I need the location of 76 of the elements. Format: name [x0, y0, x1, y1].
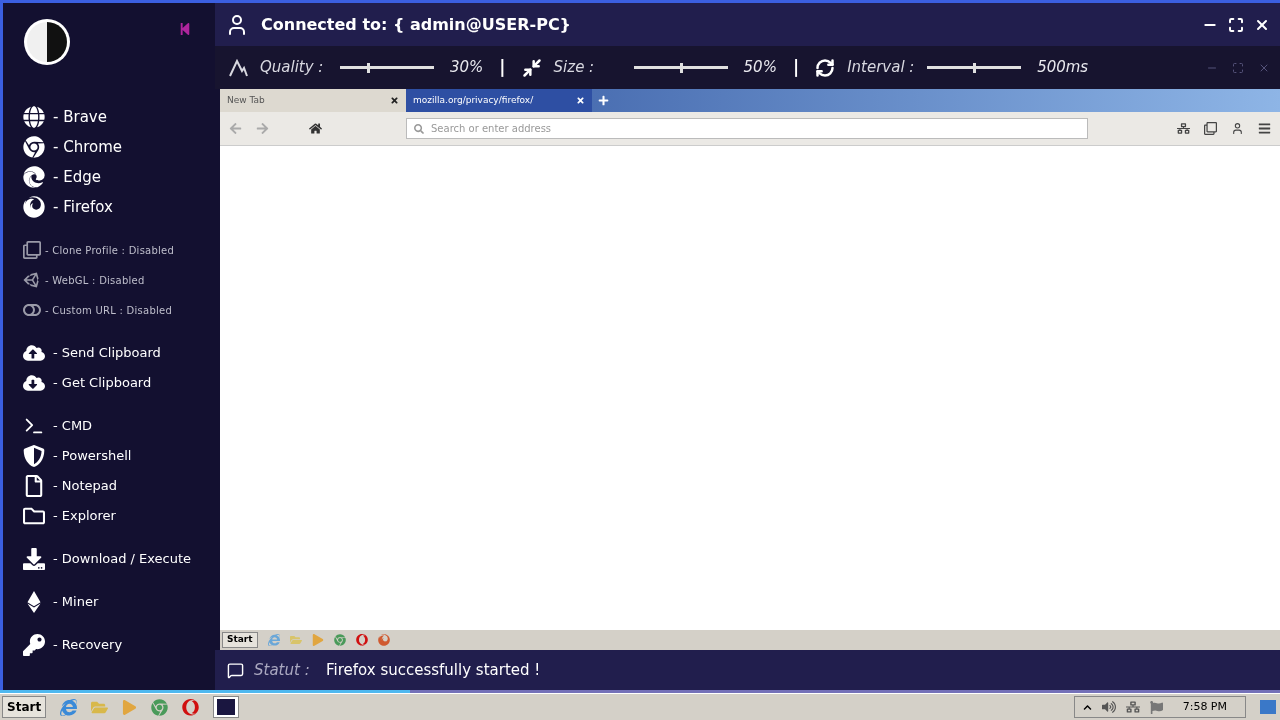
slider[interactable] [633, 62, 728, 73]
action-item[interactable]: - CMD [23, 411, 215, 441]
slider-reading: 50% [743, 57, 777, 79]
opera-icon[interactable] [355, 634, 368, 646]
slider-thumb[interactable] [367, 62, 371, 73]
action-item[interactable]: - Get Clipboard [23, 368, 215, 398]
browser-tab[interactable]: New Tab [220, 89, 406, 112]
menu-icon[interactable] [1258, 122, 1271, 135]
toggle-icon [23, 301, 41, 319]
chevron-icon[interactable] [1082, 702, 1092, 712]
separator: | [792, 55, 800, 79]
folder-icon [23, 505, 45, 527]
message-icon [227, 661, 244, 679]
separator: | [499, 55, 506, 79]
action-item[interactable]: - Notepad [23, 471, 215, 501]
slider-reading: 500ms [1037, 57, 1089, 79]
quality-icon [228, 58, 248, 77]
option-item[interactable]: - Custom URL : Disabled [23, 295, 215, 325]
action-item[interactable]: - Download / Execute [23, 544, 215, 574]
slider-label: Size : [553, 57, 596, 79]
cloud-download-icon [23, 372, 45, 394]
action-item[interactable]: - Explorer [23, 501, 215, 531]
firefox-icon[interactable] [377, 634, 390, 646]
cloud-upload-icon [23, 342, 45, 364]
sidebar-icon[interactable] [1204, 122, 1217, 135]
browser-item[interactable]: - Firefox [23, 192, 215, 222]
search-icon [414, 123, 424, 134]
account-icon[interactable] [1231, 122, 1244, 135]
start-button[interactable]: Start [2, 696, 47, 718]
collapse-icon[interactable] [179, 22, 191, 36]
status-text: Firefox successfully started ! [326, 659, 541, 681]
avatar-logo [23, 18, 71, 66]
flag-icon[interactable] [1149, 700, 1163, 714]
status-label: Statut : [254, 659, 311, 681]
maximize-icon[interactable] [1228, 16, 1244, 33]
refresh-icon [815, 57, 836, 78]
window-title: Connected to: { admin@USER-PC} [261, 13, 571, 36]
clone-icon [23, 241, 41, 259]
new-tab-icon[interactable] [598, 95, 609, 106]
close-icon[interactable] [390, 96, 399, 105]
globe-icon [23, 106, 45, 128]
chrome-icon [23, 136, 45, 158]
action-item[interactable]: - Powershell [23, 441, 215, 471]
home-icon[interactable] [309, 122, 322, 135]
slider-reading: 30% [450, 57, 484, 79]
network-icon[interactable] [1125, 700, 1140, 714]
close-icon[interactable] [576, 96, 585, 105]
start-button[interactable]: Start [222, 632, 258, 648]
shield-icon [23, 445, 45, 467]
address-field[interactable]: Search or enter address [406, 118, 1088, 139]
action-item[interactable]: - Miner [23, 587, 215, 617]
slider-thumb[interactable] [973, 62, 977, 73]
option-item[interactable]: - Clone Profile : Disabled [23, 235, 215, 265]
browser-item[interactable]: - Chrome [23, 132, 215, 162]
slider[interactable] [340, 62, 434, 73]
slider[interactable] [927, 62, 1022, 73]
opera-icon[interactable] [182, 698, 200, 716]
action-item[interactable]: - Send Clipboard [23, 338, 215, 368]
file-icon [23, 475, 45, 497]
slider-label: Quality : [260, 57, 325, 79]
option-item[interactable]: - WebGL : Disabled [23, 265, 215, 295]
firefox-icon [23, 196, 45, 218]
unity-icon [23, 271, 41, 289]
clock: 7:58 PM [1182, 698, 1227, 715]
browser-tab[interactable]: mozilla.org/privacy/firefox/ [406, 89, 592, 112]
slider-thumb[interactable] [679, 62, 683, 73]
edge-icon [23, 166, 45, 188]
app-task-icon[interactable] [213, 696, 240, 718]
browser-item[interactable]: - Edge [23, 162, 215, 192]
browser-item[interactable]: - Brave [23, 102, 215, 132]
resize-icon [521, 57, 542, 78]
slider-label: Interval : [847, 57, 916, 79]
key-icon [23, 634, 45, 656]
action-item[interactable]: - Recovery [23, 630, 215, 660]
download-icon [23, 548, 45, 570]
volume-icon[interactable] [1101, 700, 1116, 714]
